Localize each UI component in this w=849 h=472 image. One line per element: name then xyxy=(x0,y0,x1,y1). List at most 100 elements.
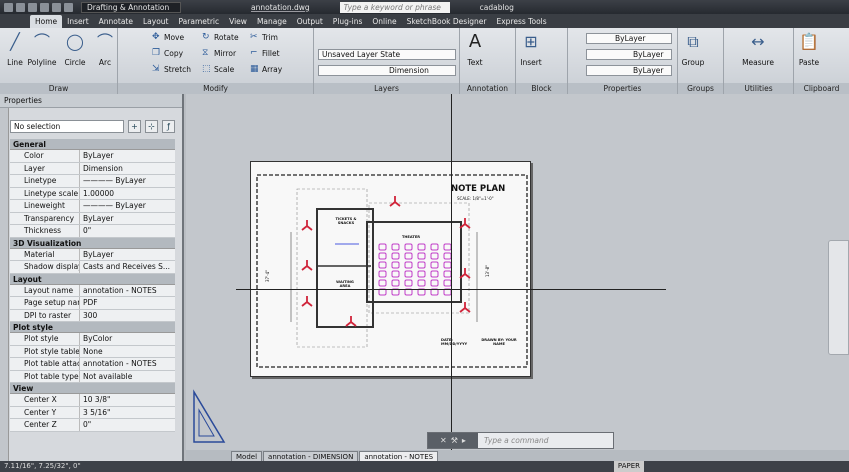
command-line[interactable]: ✕ ⚒ ▸ Type a command xyxy=(427,432,614,449)
block-panel-title[interactable]: Block xyxy=(516,83,567,94)
draw-panel-title[interactable]: Draw xyxy=(0,83,117,94)
selection-dropdown[interactable]: No selection xyxy=(10,120,124,133)
property-value[interactable]: annotation - NOTES xyxy=(80,358,175,370)
search-input[interactable]: Type a keyword or phrase xyxy=(339,1,450,13)
stretch-button[interactable]: ⇲ Stretch xyxy=(152,65,191,75)
ribbon-tab-parametric[interactable]: Parametric xyxy=(174,15,225,28)
layout-tab[interactable]: Model xyxy=(231,450,263,461)
annotation-panel-title[interactable]: Annotation xyxy=(460,83,515,94)
property-row[interactable]: Center Z 0" xyxy=(10,419,175,432)
section-header[interactable]: Layout xyxy=(10,273,175,285)
property-row[interactable]: Material ByLayer xyxy=(10,248,175,261)
new-icon[interactable] xyxy=(16,2,25,12)
drawing-canvas[interactable]: 37'-4" 13'-8" NOTE PLAN SCALE: 1/8"=1'-0… xyxy=(186,94,849,460)
property-value[interactable]: Not available xyxy=(80,371,175,383)
property-value[interactable]: 10 3/8" xyxy=(80,394,175,406)
fillet-button[interactable]: ⌐ Fillet xyxy=(250,49,280,59)
clipboard-panel-title[interactable]: Clipboard xyxy=(794,83,849,94)
property-row[interactable]: Plot table attach...annotation - NOTES xyxy=(10,358,175,371)
property-row[interactable]: DPI to raster 300 xyxy=(10,309,175,322)
property-row[interactable]: Center Y3 5/16" xyxy=(10,406,175,419)
property-row[interactable]: Center X 10 3/8" xyxy=(10,394,175,407)
property-row[interactable]: Plot style table None xyxy=(10,345,175,358)
property-row[interactable]: Layout name annotation - NOTES xyxy=(10,284,175,297)
property-value[interactable]: 300 xyxy=(80,310,175,322)
property-value[interactable]: 1.00000 xyxy=(80,188,175,200)
property-row[interactable]: Linetype ———— ByLayer xyxy=(10,175,175,188)
property-value[interactable]: ByLayer xyxy=(80,213,175,225)
property-value[interactable]: Dimension xyxy=(80,163,175,175)
redo-icon[interactable] xyxy=(64,2,73,12)
linetype-dropdown[interactable]: ByLayer xyxy=(586,49,672,60)
ribbon-tab-insert[interactable]: Insert xyxy=(62,15,94,28)
scale-button[interactable]: ⬚ Scale xyxy=(202,65,234,75)
command-input[interactable]: Type a command xyxy=(478,433,613,448)
layers-panel-title[interactable]: Layers xyxy=(314,83,459,94)
open-icon[interactable] xyxy=(28,2,37,12)
modify-panel-title[interactable]: Modify xyxy=(118,83,313,94)
workspace-dropdown[interactable]: Drafting & Annotation xyxy=(81,1,181,13)
mirror-button[interactable]: ⧖ Mirror xyxy=(202,49,236,59)
close-icon[interactable]: ✕ xyxy=(440,436,447,445)
property-value[interactable]: ———— ByLayer xyxy=(80,200,175,212)
insert-button[interactable]: ⊞ Insert xyxy=(516,32,546,67)
property-value[interactable]: PDF xyxy=(80,297,175,309)
properties-panel-title[interactable]: Properties xyxy=(568,83,677,94)
wrench-icon[interactable]: ⚒ xyxy=(451,436,458,445)
ribbon-tab-view[interactable]: View xyxy=(224,15,252,28)
user-name[interactable]: cadablog xyxy=(480,3,514,12)
prompt-icon[interactable]: ▸ xyxy=(462,436,466,445)
app-menu-icon[interactable] xyxy=(4,2,13,12)
property-value[interactable]: ByLayer xyxy=(80,249,175,261)
toggle-pickadd-button[interactable]: + xyxy=(128,120,141,133)
paper-space-toggle[interactable]: PAPER xyxy=(613,461,644,472)
ribbon-tab-plug-ins[interactable]: Plug-ins xyxy=(328,15,368,28)
property-row[interactable]: Layer Dimension xyxy=(10,162,175,175)
layer-dropdown[interactable]: Dimension xyxy=(318,65,456,76)
quick-select-button[interactable]: ƒ xyxy=(162,120,175,133)
property-value[interactable]: ———— ByLayer xyxy=(80,175,175,187)
navigation-bar[interactable] xyxy=(828,240,849,355)
ribbon-tab-manage[interactable]: Manage xyxy=(252,15,292,28)
property-row[interactable]: Page setup namePDF xyxy=(10,297,175,310)
layout-tab[interactable]: annotation - NOTES xyxy=(359,450,439,461)
quick-access-toolbar[interactable] xyxy=(4,2,73,12)
section-header[interactable]: General xyxy=(10,139,175,150)
paste-button[interactable]: 📋 Paste xyxy=(794,32,824,67)
property-row[interactable]: Shadow display Casts and Receives S... xyxy=(10,261,175,274)
select-objects-button[interactable]: ⊹ xyxy=(145,120,158,133)
section-header[interactable]: View xyxy=(10,383,175,394)
arc-button[interactable]: ⌒ Arc xyxy=(90,32,120,67)
ribbon-tab-layout[interactable]: Layout xyxy=(138,15,174,28)
property-value[interactable]: annotation - NOTES xyxy=(80,285,175,297)
line-button[interactable]: ╱ Line xyxy=(0,32,30,67)
polyline-button[interactable]: ⌒ Polyline xyxy=(27,32,57,67)
property-value[interactable]: ByColor xyxy=(80,333,175,345)
undo-icon[interactable] xyxy=(52,2,61,12)
rotate-button[interactable]: ↻ Rotate xyxy=(202,33,239,43)
layout-tab[interactable]: annotation - DIMENSION xyxy=(263,450,359,461)
ribbon-tab-output[interactable]: Output xyxy=(292,15,328,28)
copy-button[interactable]: ❐ Copy xyxy=(152,49,183,59)
circle-button[interactable]: ◯ Circle xyxy=(60,32,90,67)
section-header[interactable]: Plot style xyxy=(10,322,175,333)
property-value[interactable]: Casts and Receives S... xyxy=(80,261,175,273)
property-row[interactable]: Transparency ByLayer xyxy=(10,212,175,225)
property-value[interactable]: None xyxy=(80,346,175,358)
ribbon-tab-express-tools[interactable]: Express Tools xyxy=(492,15,552,28)
utilities-panel-title[interactable]: Utilities xyxy=(724,83,793,94)
property-row[interactable]: Color ByLayer xyxy=(10,150,175,163)
property-row[interactable]: Thickness 0" xyxy=(10,225,175,238)
text-button[interactable]: A Text xyxy=(460,32,490,68)
move-button[interactable]: ✥ Move xyxy=(152,33,184,43)
group-button[interactable]: ⧉ Group xyxy=(678,32,708,67)
section-header[interactable]: 3D Visualization xyxy=(10,237,175,249)
property-row[interactable]: Plot style ByColor xyxy=(10,333,175,346)
property-row[interactable]: Lineweight ———— ByLayer xyxy=(10,200,175,213)
palette-side-bar[interactable] xyxy=(0,108,9,472)
ribbon-tab-online[interactable]: Online xyxy=(367,15,401,28)
ribbon-tab-sketchbook-designer[interactable]: SketchBook Designer xyxy=(402,15,492,28)
trim-button[interactable]: ✂ Trim xyxy=(250,33,278,43)
property-value[interactable]: 0" xyxy=(80,419,175,431)
measure-button[interactable]: ↔ Measure xyxy=(734,32,782,67)
